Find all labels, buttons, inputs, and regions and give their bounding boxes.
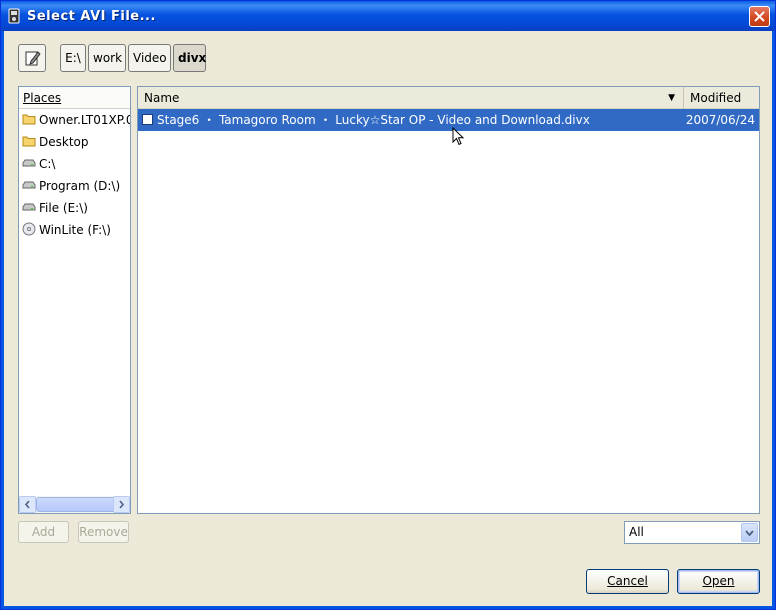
breadcrumb-divx[interactable]: divx [173,44,206,72]
open-label: Open [702,574,735,588]
chevron-right-icon [119,500,125,509]
file-name-cell: Stage6 ・ Tamagoro Room ・ Lucky☆Star OP -… [142,109,590,131]
open-button[interactable]: Open [677,569,760,594]
window-border-right [772,31,775,609]
place-item-owner[interactable]: Owner.LT01XP.0 [19,109,130,131]
place-label: Program (D:\) [39,179,121,193]
folder-icon [22,114,36,125]
places-panel: Places Owner.LT01XP.0 Desktop C:\ Progra… [18,86,131,514]
file-type-filter[interactable]: All [624,521,760,544]
app-icon [8,8,20,24]
close-icon [754,11,765,22]
chevron-left-icon [24,500,30,509]
window-border-left [1,31,4,609]
breadcrumb-e-drive[interactable]: E:\ [60,44,86,72]
file-modified: 2007/06/24 [685,113,755,127]
window-border-bottom [1,606,775,609]
file-row[interactable]: Stage6 ・ Tamagoro Room ・ Lucky☆Star OP -… [138,109,759,131]
cancel-button[interactable]: Cancel [586,569,669,594]
file-dialog-window: Select AVI File... E:\ work Video divx P… [0,0,776,610]
place-item-c-drive[interactable]: C:\ [19,153,130,175]
edit-path-icon [25,51,41,66]
places-horizontal-scrollbar[interactable] [19,496,130,513]
drive-icon [22,203,36,211]
file-type-filter-value: All [629,525,644,539]
scroll-thumb[interactable] [36,497,118,512]
video-file-icon [142,114,153,125]
place-item-e-drive[interactable]: File (E:\) [19,197,130,219]
place-item-d-drive[interactable]: Program (D:\) [19,175,130,197]
close-button[interactable] [749,6,770,27]
file-list-header: Name ▼ Modified [138,87,759,109]
sort-desc-icon: ▼ [668,93,675,103]
scroll-left-button[interactable] [19,496,36,513]
file-name: Stage6 ・ Tamagoro Room ・ Lucky☆Star OP -… [157,113,590,127]
place-label: C:\ [39,157,56,171]
mouse-cursor-icon [452,127,465,146]
column-modified-label: Modified [690,91,742,105]
chevron-down-icon [745,530,754,536]
column-header-name[interactable]: Name ▼ [138,87,684,109]
window-title: Select AVI File... [27,9,156,24]
folder-icon [22,136,36,147]
add-place-button[interactable]: Add [18,521,69,543]
breadcrumb-video[interactable]: Video [128,44,171,72]
file-list: Name ▼ Modified Stage6 ・ Tamagoro Room ・… [137,86,760,514]
title-bar[interactable]: Select AVI File... [1,1,775,31]
cancel-label: Cancel [607,574,648,588]
place-label: File (E:\) [39,201,88,215]
places-header[interactable]: Places [19,87,130,109]
scroll-right-button[interactable] [113,496,130,513]
edit-path-button[interactable] [18,44,46,72]
column-name-label: Name [144,91,180,105]
column-header-modified[interactable]: Modified [684,87,759,109]
filter-dropdown-button[interactable] [741,523,758,542]
drive-icon [22,181,36,189]
remove-place-button[interactable]: Remove [78,521,129,543]
place-label: Owner.LT01XP.0 [39,113,131,127]
place-label: Desktop [39,135,89,149]
cd-icon [22,222,36,236]
drive-icon [22,159,36,167]
place-item-desktop[interactable]: Desktop [19,131,130,153]
place-label: WinLite (F:\) [39,223,111,237]
place-item-f-drive[interactable]: WinLite (F:\) [19,219,130,241]
breadcrumb-work[interactable]: work [88,44,126,72]
